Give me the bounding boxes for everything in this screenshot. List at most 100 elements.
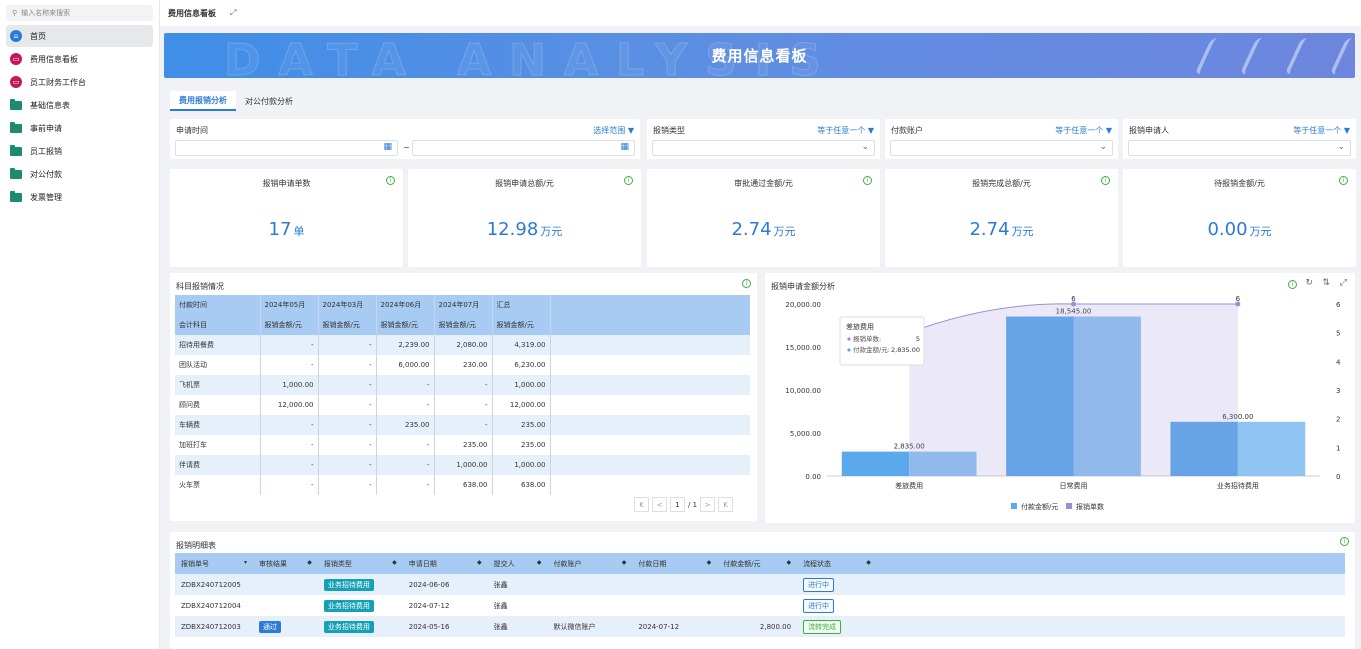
pivot-header-cell: 报销金额/元 [434,315,493,335]
folder-icon [10,190,22,202]
sidebar-item-home[interactable]: ⌂ 首页 [6,25,153,47]
info-icon[interactable]: i [624,176,633,185]
topbar: 费用信息看板 ⤢ [160,0,1361,26]
info-icon[interactable]: i [1101,176,1110,185]
pivot-cell: 235.00 [492,435,551,455]
column-header[interactable]: 付款日期 ◆ [632,553,718,574]
info-icon[interactable]: i [863,176,872,185]
table-row[interactable]: ZDBX240712003 通过 业务招待费用 2024-05-16 张鑫 默认微信账户 2… [175,616,1345,637]
info-icon[interactable]: i [386,176,395,185]
kpi-label: 待报销金额/元 [1214,179,1265,188]
info-icon[interactable]: i [1340,537,1349,546]
banner: DATA ANALYSIS 费用信息看板 [164,33,1355,78]
pivot-cell: 2,239.00 [376,335,435,355]
next-page-button[interactable]: > [700,497,716,512]
filter-mode-select[interactable]: 等于任意一个 ▼ [1293,125,1350,136]
line-value-label: 6 [1236,295,1241,303]
prev-page-button[interactable]: < [652,497,667,512]
type-badge: 业务招待费用 [323,599,374,612]
column-header[interactable] [876,553,1345,574]
sort-icon[interactable]: ◆ [707,559,712,566]
folder-icon [10,144,22,156]
pivot-row: 加班打车 - - -235.00 235.00 [175,435,750,455]
info-icon[interactable]: i [742,279,751,288]
last-page-button[interactable]: K [718,497,734,512]
pivot-header-cell: 2024年07月 [434,295,493,315]
table-cell [876,616,1345,637]
table-cell: 进行中 [797,574,877,595]
page-total: / 1 [688,500,698,509]
search-input[interactable]: ⚲ 输入名称来搜索 [6,5,153,21]
table-row[interactable]: ZDBX240712005 业务招待费用 2024-06-06 张鑫 进行中 [175,574,1345,595]
table-cell: ZDBX240712003 [175,616,253,637]
legend-swatch [1011,503,1017,509]
table-cell [253,595,318,616]
tab-corporate-payment-analysis[interactable]: 对公付款分析 [236,91,302,111]
filter-mode-select[interactable]: 选择范围 ▼ [593,125,634,136]
pivot-header-cell: 报销金额/元 [376,315,435,335]
pivot-filler-cell [550,355,750,375]
table-cell [876,574,1345,595]
table-cell [632,574,718,595]
sort-icon[interactable]: ◆ [622,559,627,566]
first-page-button[interactable]: K [634,497,649,512]
kpi-card: 报销申请总额/元 i 12.98 万元 [408,169,641,267]
tab-expense-analysis[interactable]: 费用报销分析 [170,91,236,111]
table-row[interactable]: ZDBX240712004 业务招待费用 2024-07-12 张鑫 进行中 [175,595,1345,616]
column-header[interactable]: 付款金额/元 ◆ [717,553,798,574]
line-value-label: 6 [1071,295,1076,303]
sidebar-item-basic-info[interactable]: 基础信息表 [6,94,153,116]
pivot-filler-cell [550,315,750,335]
sidebar-item-finance-workbench[interactable]: ▭ 员工财务工作台 [6,71,153,93]
column-header[interactable]: 审核结果 ◆ [252,553,318,574]
filter-mode-select[interactable]: 等于任意一个 ▼ [817,125,874,136]
pivot-header-cell: 2024年03月 [318,295,377,315]
sort-icon[interactable]: ▾ [244,559,247,566]
sidebar-item-pre-application[interactable]: 事前申请 [6,117,153,139]
table-cell [252,574,318,595]
date-start-input[interactable]: ▦ [175,140,398,156]
payment-account-select[interactable]: ⌄ [890,140,1113,156]
pivot-filler-cell [550,475,750,495]
expense-type-select[interactable]: ⌄ [652,140,875,156]
pivot-filler-cell [550,455,750,475]
sidebar-item-label: 员工财务工作台 [30,77,86,87]
column-header[interactable]: 申请日期 ◆ [402,553,488,574]
bar [841,451,910,476]
table-cell: 进行中 [797,595,877,616]
x-axis-tick-label: 差旅费用 [895,481,923,490]
sort-icon[interactable]: ◆ [786,559,791,566]
applicant-select[interactable]: ⌄ [1128,140,1351,156]
sidebar-item-reimbursement[interactable]: 员工报销 [6,140,153,162]
column-header[interactable]: 报销单号 ▾ [175,553,253,574]
sort-icon[interactable]: ◆ [537,559,542,566]
pivot-cell: 638.00 [434,475,493,495]
sidebar-item-expense-dashboard[interactable]: ▭ 费用信息看板 [6,48,153,70]
page-number-input[interactable]: 1 [670,497,685,512]
chevron-decoration [1284,38,1324,74]
pivot-cell: - [260,335,319,355]
sort-icon[interactable]: ◆ [866,559,871,566]
filter-mode-select[interactable]: 等于任意一个 ▼ [1055,125,1112,136]
dashboard-icon: ▭ [10,76,22,88]
column-header[interactable]: 流程状态 ◆ [797,553,877,574]
pivot-table: 付款时间 2024年05月 2024年03月 2024年06月 2024年07月 汇总 会计… [175,295,750,495]
expand-icon[interactable]: ⤢ [230,8,236,18]
column-header[interactable]: 提交人 ◆ [487,553,548,574]
info-icon[interactable]: i [1339,176,1348,185]
column-header[interactable]: 报销类型 ◆ [317,553,403,574]
column-header[interactable]: 付款账户 ◆ [547,553,633,574]
pivot-cell: - [318,475,377,495]
sort-icon[interactable]: ◆ [477,559,482,566]
pivot-row: 顾问费 12,000.00- - -12,000.00 [175,395,750,415]
sort-icon[interactable]: ◆ [392,559,397,566]
filter-applicant: 报销申请人 等于任意一个 ▼ ⌄ [1123,119,1356,159]
calendar-icon: ▦ [620,142,629,152]
kpi-value: 17 单 [268,219,305,240]
sidebar-item-invoice[interactable]: 发票管理 [6,186,153,208]
pivot-cell: 1,000.00 [434,455,493,475]
sidebar-item-corporate-payment[interactable]: 对公付款 [6,163,153,185]
date-end-input[interactable]: ▦ [412,140,635,156]
pivot-header-cell: 报销金额/元 [318,315,377,335]
sort-icon[interactable]: ◆ [307,559,312,566]
